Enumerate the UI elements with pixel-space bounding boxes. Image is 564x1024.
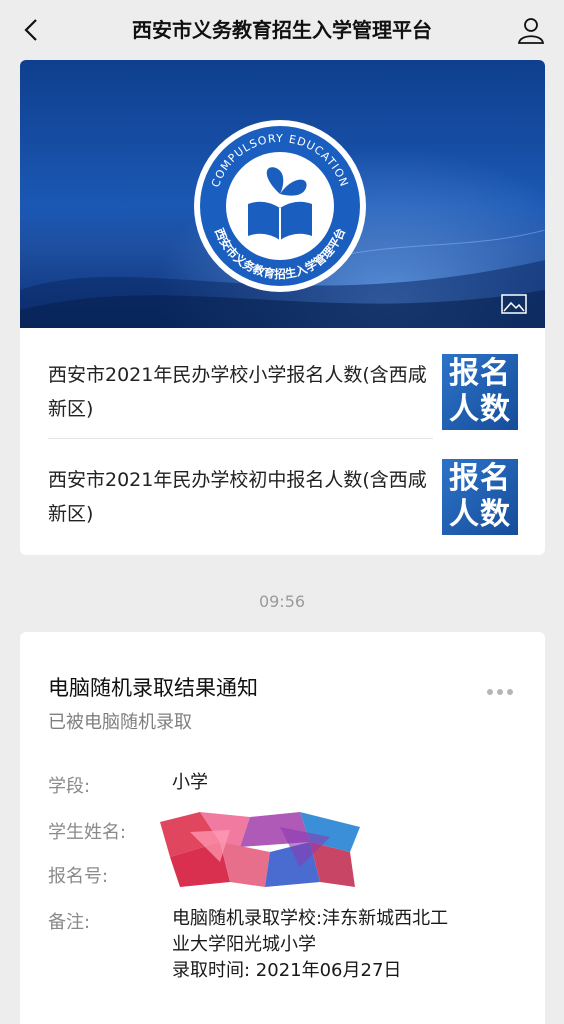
notice-card: 电脑随机录取结果通知 已被电脑随机录取 学段: 小学 学生姓名: 报名号: 备注… xyxy=(20,632,545,1024)
chevron-left-icon[interactable] xyxy=(18,16,46,44)
field-label: 报名号: xyxy=(48,866,109,887)
top-nav-bar: 西安市义务教育招生入学管理平台 xyxy=(0,0,564,60)
notice-subtitle: 已被电脑随机录取 xyxy=(48,712,192,733)
article-item-middle[interactable]: 西安市2021年民办学校初中报名人数(含西咸新区) 报名人数 xyxy=(48,445,518,535)
field-label: 学生姓名: xyxy=(48,822,127,843)
message-timestamp: 09:56 xyxy=(258,592,306,611)
article-title: 西安市2021年民办学校小学报名人数(含西咸新区) xyxy=(48,364,427,420)
privacy-mosaic xyxy=(160,812,360,887)
notice-title: 电脑随机录取结果通知 xyxy=(48,676,258,700)
image-icon xyxy=(501,294,527,314)
cover-banner[interactable]: COMPULSORY EDUCATION 西安市义务教育招生入学管理平台 xyxy=(20,60,545,328)
education-logo: COMPULSORY EDUCATION 西安市义务教育招生入学管理平台 xyxy=(194,120,366,292)
remark-line: 电脑随机录取学校:沣东新城西北工 xyxy=(172,908,449,929)
divider xyxy=(48,438,433,439)
field-value: 小学 xyxy=(172,772,208,793)
user-icon[interactable] xyxy=(516,15,546,45)
field-label: 学段: xyxy=(48,776,91,797)
field-value-remark: 电脑随机录取学校:沣东新城西北工 业大学阳光城小学 录取时间: 2021年06月… xyxy=(172,906,448,984)
article-item-primary[interactable]: 西安市2021年民办学校小学报名人数(含西咸新区) 报名人数 xyxy=(48,340,518,430)
more-options-icon[interactable] xyxy=(487,680,517,695)
page-title: 西安市义务教育招生入学管理平台 xyxy=(132,18,432,42)
remark-line: 录取时间: 2021年06月27日 xyxy=(172,960,402,981)
article-title: 西安市2021年民办学校初中报名人数(含西咸新区) xyxy=(48,469,427,525)
field-label: 备注: xyxy=(48,912,91,933)
article-thumbnail: 报名人数 xyxy=(442,459,518,535)
remark-line: 业大学阳光城小学 xyxy=(172,934,316,955)
article-thumbnail: 报名人数 xyxy=(442,354,518,430)
article-card: COMPULSORY EDUCATION 西安市义务教育招生入学管理平台 西安市… xyxy=(20,60,545,555)
